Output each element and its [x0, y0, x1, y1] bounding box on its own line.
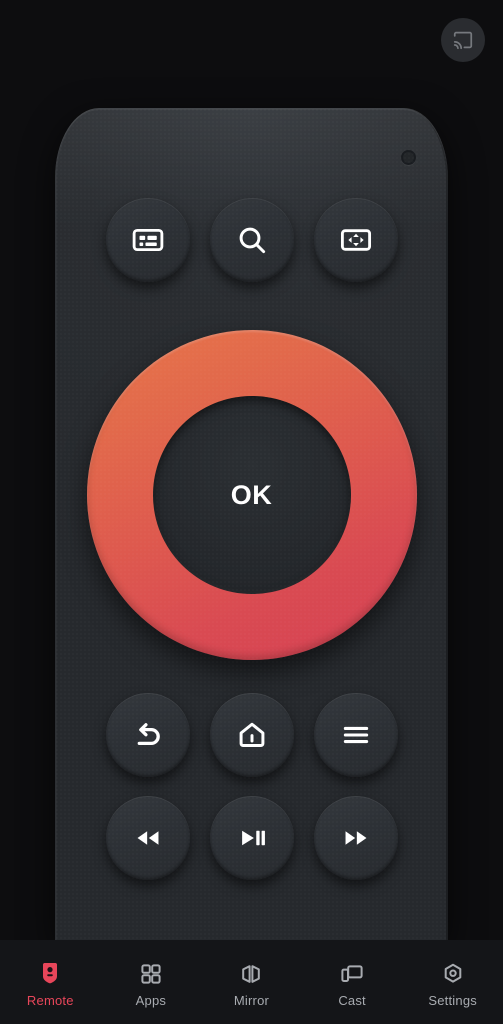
back-arrow-icon — [137, 723, 160, 746]
remote-app-screen: OK Remote Apps Mirror Cast Settings — [0, 0, 503, 1024]
cast-icon — [453, 31, 473, 50]
back-button[interactable] — [105, 693, 190, 777]
remote-body: OK — [55, 108, 448, 940]
ir-indicator — [401, 150, 416, 165]
apps-grid-icon — [139, 960, 163, 986]
ok-label: OK — [230, 479, 273, 510]
nav-label-cast: Cast — [338, 993, 366, 1008]
play-pause-button[interactable] — [209, 796, 294, 880]
keyboard-icon — [132, 228, 163, 252]
nav-item-cast[interactable]: Cast — [307, 960, 397, 1008]
rewind-icon — [137, 831, 158, 845]
nav-label-apps: Apps — [135, 993, 167, 1008]
nav-button-row — [55, 693, 448, 777]
nav-label-settings: Settings — [428, 993, 477, 1008]
nav-label-mirror: Mirror — [233, 993, 270, 1008]
nav-item-settings[interactable]: Settings — [408, 960, 498, 1008]
nav-item-mirror[interactable]: Mirror — [206, 960, 296, 1008]
media-button-row — [55, 796, 448, 880]
ok-button[interactable]: OK — [152, 396, 351, 594]
search-icon — [239, 227, 265, 254]
menu-icon — [343, 726, 368, 744]
dpad-button[interactable] — [313, 198, 398, 282]
menu-button[interactable] — [313, 693, 398, 777]
top-button-row — [55, 198, 448, 282]
home-icon — [239, 722, 264, 747]
mirror-icon — [238, 960, 264, 986]
dpad-ok-control[interactable]: OK — [86, 330, 417, 660]
nav-item-apps[interactable]: Apps — [106, 960, 196, 1008]
cast-screen-icon — [339, 960, 365, 986]
cast-button-top[interactable] — [441, 18, 485, 62]
play-pause-icon — [241, 830, 265, 846]
home-button[interactable] — [209, 693, 294, 777]
nav-label-remote: Remote — [26, 993, 74, 1008]
dpad-icon — [340, 229, 371, 251]
fast-forward-icon — [345, 831, 366, 845]
search-button[interactable] — [209, 198, 294, 282]
fast-forward-button[interactable] — [313, 796, 398, 880]
keyboard-button[interactable] — [105, 198, 190, 282]
rewind-button[interactable] — [105, 796, 190, 880]
settings-gear-icon — [441, 960, 465, 986]
bottom-navigation-bar: Remote Apps Mirror Cast Settings — [0, 940, 503, 1024]
nav-item-remote[interactable]: Remote — [5, 960, 95, 1008]
remote-icon — [38, 960, 62, 986]
